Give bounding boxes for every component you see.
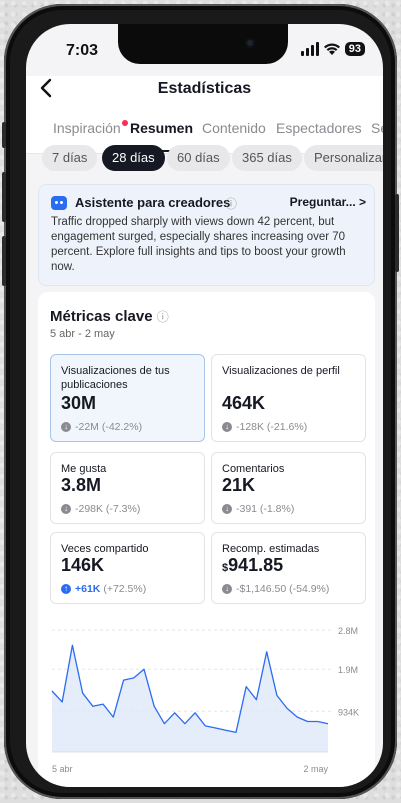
metric-label: Visualizaciones de tus publicaciones <box>61 365 170 391</box>
metric-value: 464K <box>222 393 266 413</box>
arrow-down-icon: ↓ <box>61 422 71 432</box>
period-60-days[interactable]: 60 días <box>167 145 230 171</box>
metric-label: Visualizaciones de perfil <box>222 365 340 377</box>
metric-label: Comentarios <box>222 463 285 475</box>
x-tick-label: 5 abr <box>52 764 73 774</box>
assistant-title: Asistente para creadores <box>75 195 231 210</box>
delta-text: -$1,146.50 (-54.9%) <box>236 583 330 595</box>
status-time: 7:03 <box>66 42 99 59</box>
creator-assistant-card[interactable]: Asistente para creadores ⓘ Preguntar... … <box>38 184 375 286</box>
tab-label: Espectadores <box>276 120 362 136</box>
arrow-down-icon: ↓ <box>222 504 232 514</box>
status-icons: 93 <box>300 42 365 56</box>
volume-up-button <box>2 172 6 222</box>
assistant-bot-icon <box>51 196 67 210</box>
views-trend-chart: 2.8M 1.9M 934K 5 abr 2 may <box>44 622 374 782</box>
tab-espectadores[interactable]: Espectadores <box>276 120 362 136</box>
metric-delta: ↓ -$1,146.50 (-54.9%) <box>222 583 329 595</box>
power-button <box>395 194 399 272</box>
y-tick-label: 1.9M <box>338 665 358 675</box>
metric-delta: ↓ -391 (-1.8%) <box>222 503 294 515</box>
metric-value: 21K <box>222 475 256 495</box>
metric-value: 30M <box>61 393 97 413</box>
metric-delta: ↓ -22M (-42.2%) <box>61 421 142 433</box>
info-icon[interactable]: ⓘ <box>225 195 237 212</box>
y-tick-label: 2.8M <box>338 626 358 636</box>
tab-label: Resumen <box>130 120 194 136</box>
metric-value: 3.8M <box>61 475 102 495</box>
section-title: Métricas clave ⓘ <box>50 308 169 325</box>
delta-text: -391 (-1.8%) <box>236 503 295 515</box>
tab-more[interactable]: Se <box>371 120 383 136</box>
metric-shares[interactable]: Veces compartido 146K ↑ +61K (+72.5%) <box>50 532 205 604</box>
metric-label: Recomp. estimadas <box>222 543 320 555</box>
tab-label: Inspiración <box>53 120 121 136</box>
metric-value-number: 941.85 <box>228 555 284 575</box>
x-tick-label: 2 may <box>303 764 328 774</box>
period-7-days[interactable]: 7 días <box>42 145 98 171</box>
period-28-days[interactable]: 28 días <box>102 145 165 171</box>
assistant-summary: Traffic dropped sharply with views down … <box>51 216 346 273</box>
delta-rest: (+72.5%) <box>100 583 147 595</box>
ask-assistant-link[interactable]: Preguntar... > <box>290 195 366 209</box>
tab-resumen[interactable]: Resumen <box>130 120 193 136</box>
delta-text: +61K (+72.5%) <box>75 583 146 595</box>
battery-indicator: 93 <box>344 42 365 56</box>
mute-switch <box>2 122 6 148</box>
metric-delta: ↓ -128K (-21.6%) <box>222 421 307 433</box>
metric-delta: ↑ +61K (+72.5%) <box>61 583 146 595</box>
wifi-icon <box>323 43 340 55</box>
section-title-text: Métricas clave <box>50 308 153 325</box>
tab-label: Contenido <box>202 120 266 136</box>
metric-post-views[interactable]: Visualizaciones de tus publicaciones 30M… <box>50 354 205 442</box>
metric-label: Me gusta <box>61 463 107 475</box>
metric-comments[interactable]: Comentarios 21K ↓ -391 (-1.8%) <box>211 452 366 524</box>
notification-dot <box>121 120 128 126</box>
phone-frame: 7:03 93 Estadísticas Inspiración Resumen… <box>2 4 399 799</box>
tab-label: Se <box>371 120 383 136</box>
period-365-days[interactable]: 365 días <box>232 145 302 171</box>
chart-svg: 2.8M 1.9M 934K 5 abr 2 may <box>51 626 359 774</box>
metric-likes[interactable]: Me gusta 3.8M ↓ -298K (-7.3%) <box>50 452 205 524</box>
metric-profile-views[interactable]: Visualizaciones de perfil 464K ↓ -128K (-… <box>211 354 366 442</box>
metric-label: Veces compartido <box>61 543 149 555</box>
arrow-down-icon: ↓ <box>61 504 71 514</box>
period-custom[interactable]: Personalizar <box>304 145 383 171</box>
delta-strong: +61K <box>75 583 101 595</box>
metric-estimated-rewards[interactable]: Recomp. estimadas $941.85 ↓ -$1,146.50 (-… <box>211 532 366 604</box>
page-title: Estadísticas <box>157 80 252 97</box>
screen: 7:03 93 Estadísticas Inspiración Resumen… <box>26 24 383 787</box>
delta-text: -128K (-21.6%) <box>236 421 308 433</box>
info-icon[interactable]: ⓘ <box>157 310 169 324</box>
arrow-up-icon: ↑ <box>61 584 71 594</box>
tab-inspiracion[interactable]: Inspiración <box>53 120 128 136</box>
signal-icon <box>300 42 319 56</box>
date-range: 5 abr - 2 may <box>50 328 115 340</box>
key-metrics-card: Métricas clave ⓘ 5 abr - 2 may Visualiza… <box>38 292 375 787</box>
y-tick-label: 934K <box>338 707 359 717</box>
delta-text: -298K (-7.3%) <box>75 503 141 515</box>
period-selector: 7 días 28 días 60 días 365 días Personal… <box>26 145 383 175</box>
delta-text: -22M (-42.2%) <box>75 421 143 433</box>
metric-delta: ↓ -298K (-7.3%) <box>61 503 140 515</box>
metric-value: 146K <box>61 555 105 575</box>
status-bar: 7:03 93 <box>26 40 383 64</box>
metric-value: $941.85 <box>222 555 283 576</box>
arrow-down-icon: ↓ <box>222 422 232 432</box>
app-header: Estadísticas <box>26 76 383 106</box>
volume-down-button <box>2 236 6 286</box>
arrow-down-icon: ↓ <box>222 584 232 594</box>
area-fill <box>52 645 328 752</box>
tab-contenido[interactable]: Contenido <box>202 120 266 136</box>
